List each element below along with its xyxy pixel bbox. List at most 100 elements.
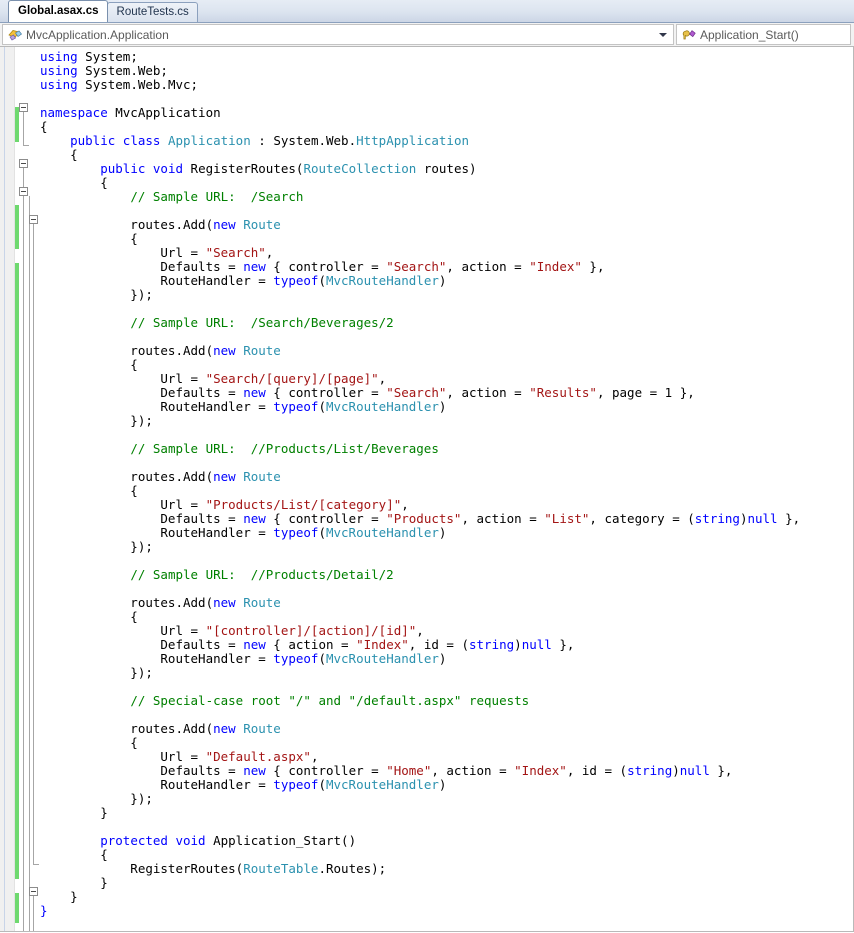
code-token-str: "Default.aspx" xyxy=(205,749,311,764)
outlining-margin[interactable] xyxy=(19,47,39,932)
code-token-typ: HttpApplication xyxy=(356,133,469,148)
code-token-txt: RouteHandler = xyxy=(40,777,274,792)
code-token-txt: System.Web; xyxy=(77,63,168,78)
code-token-typ: MvcRouteHandler xyxy=(325,525,439,540)
code-token-kw: new xyxy=(213,217,236,232)
code-token-kw: new xyxy=(213,343,236,358)
member-selector-dropdown[interactable]: Application_Start() xyxy=(676,24,851,45)
code-token-typ: RouteCollection xyxy=(303,161,417,176)
code-token-txt: routes.Add( xyxy=(40,343,214,358)
code-token-kw: new xyxy=(213,469,236,484)
code-token-typ: MvcRouteHandler xyxy=(325,273,439,288)
code-line: RouteHandler = typeof(MvcRouteHandler) xyxy=(40,652,853,666)
code-line: using System; xyxy=(40,50,853,64)
code-line: Url = "[controller]/[action]/[id]", xyxy=(40,624,853,638)
code-token-txt: , xyxy=(416,623,424,638)
code-token-txt: RouteHandler = xyxy=(40,525,274,540)
code-token-txt: , xyxy=(378,371,387,386)
code-token-kw: new xyxy=(243,385,266,400)
code-token-txt: { xyxy=(40,231,138,246)
code-token-txt: ( xyxy=(318,777,326,792)
code-token-txt: , id = ( xyxy=(408,637,469,652)
code-token-kw: using xyxy=(40,49,78,64)
code-token-txt: ( xyxy=(318,651,326,666)
code-token-str: "Search" xyxy=(386,385,447,400)
tab-global-asax-cs[interactable]: Global.asax.cs xyxy=(8,0,108,22)
fold-toggle-usings[interactable] xyxy=(19,103,28,112)
class-selector-dropdown[interactable]: MvcApplication.Application xyxy=(2,24,674,45)
code-line: Url = "Search", xyxy=(40,246,853,260)
code-token-str: "Index" xyxy=(356,637,409,652)
code-token-kw: public void xyxy=(100,161,184,176)
code-token-txt: , xyxy=(310,749,319,764)
code-token-str: "Products/List/[category]" xyxy=(205,497,402,512)
code-token-txt: RouteHandler = xyxy=(40,399,274,414)
code-navigation-bar: MvcApplication.Application Application_S… xyxy=(0,23,854,47)
code-token-kw: new xyxy=(213,595,236,610)
code-token-txt: Defaults = xyxy=(40,385,244,400)
code-editor[interactable]: using System; using System.Web; using Syst… xyxy=(0,47,854,932)
code-token-txt: { xyxy=(40,119,48,134)
code-token-typ: Route xyxy=(243,595,281,610)
code-token-txt: , page = 1 }, xyxy=(596,385,695,400)
code-token-txt: ( xyxy=(318,525,326,540)
code-token-txt: }, xyxy=(551,637,575,652)
code-token-txt: } xyxy=(40,875,108,890)
tab-label: Global.asax.cs xyxy=(18,5,99,17)
fold-toggle-namespace[interactable] xyxy=(19,159,28,168)
code-token-kw: protected void xyxy=(100,833,206,848)
code-line: Url = "Products/List/[category]", xyxy=(40,498,853,512)
code-token-txt: , category = ( xyxy=(589,511,695,526)
code-token-txt: , action = xyxy=(446,385,530,400)
code-token-txt: Defaults = xyxy=(40,637,244,652)
code-token-str: "List" xyxy=(544,511,590,526)
code-line: Defaults = new { controller = "Search", … xyxy=(40,260,853,274)
code-token-txt: Url = xyxy=(40,497,206,512)
chevron-down-icon[interactable] xyxy=(659,32,667,37)
fold-guide-line xyxy=(33,896,34,932)
code-token-txt: { controller = xyxy=(265,385,387,400)
tab-route-tests-cs[interactable]: RouteTests.cs xyxy=(106,2,198,22)
code-token-txt: , xyxy=(265,245,274,260)
code-token-txt: routes.Add( xyxy=(40,721,214,736)
code-line: routes.Add(new Route xyxy=(40,344,853,358)
code-token-kw: typeof xyxy=(273,525,319,540)
code-token-txt: ) xyxy=(438,399,447,414)
code-line: public void RegisterRoutes(RouteCollecti… xyxy=(40,162,853,176)
code-token-txt: RegisterRoutes( xyxy=(40,861,244,876)
code-token-txt: routes.Add( xyxy=(40,595,214,610)
code-token-kw: using xyxy=(40,77,78,92)
code-token-typ: Route xyxy=(243,343,281,358)
code-line: RouteHandler = typeof(MvcRouteHandler) xyxy=(40,400,853,414)
code-token-kw: string xyxy=(469,637,515,652)
code-token-str: "Index" xyxy=(529,259,582,274)
code-token-txt: Application_Start() xyxy=(205,833,357,848)
method-icon xyxy=(681,28,697,42)
code-token-txt: RegisterRoutes( xyxy=(183,161,304,176)
fold-toggle-application-start[interactable] xyxy=(29,887,38,896)
fold-toggle-class[interactable] xyxy=(19,187,28,196)
code-token-txt: MvcApplication xyxy=(107,105,221,120)
code-token-txt: }); xyxy=(40,539,153,554)
code-line: RegisterRoutes(RouteTable.Routes); xyxy=(40,862,853,876)
code-line: // Sample URL: //Products/Detail/2 xyxy=(40,568,853,582)
code-token-txt: routes.Add( xyxy=(40,469,214,484)
fold-guide-line xyxy=(33,224,34,864)
indicator-margin[interactable] xyxy=(0,47,15,932)
code-token-typ: Route xyxy=(243,469,281,484)
code-token-cmt: // Sample URL: /Search/Beverages/2 xyxy=(130,315,394,330)
code-token-txt: { xyxy=(40,847,108,862)
code-token-str: "Results" xyxy=(529,385,597,400)
code-token-kw: namespace xyxy=(40,105,108,120)
code-text-area[interactable]: using System; using System.Web; using Syst… xyxy=(40,47,853,932)
fold-toggle-registerroutes[interactable] xyxy=(29,215,38,224)
